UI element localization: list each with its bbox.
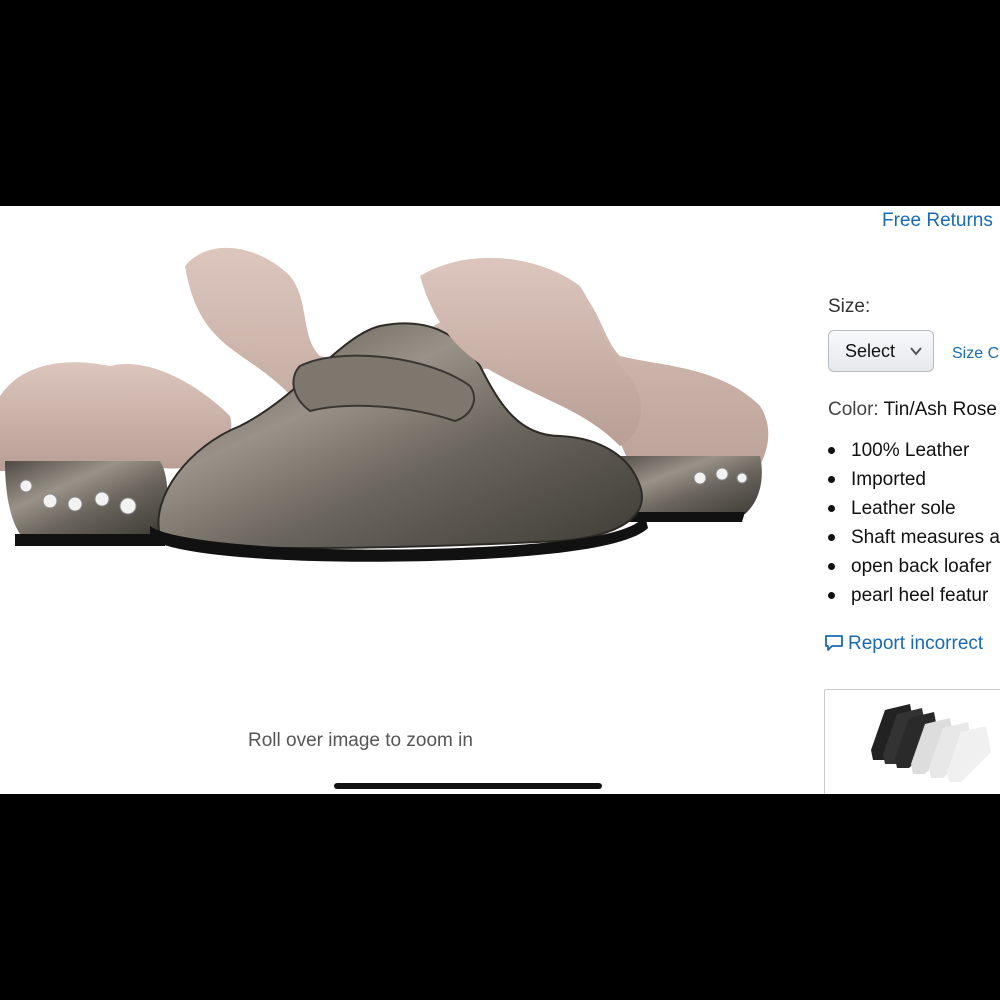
home-indicator[interactable] <box>334 783 602 789</box>
color-label: Color: <box>828 399 879 420</box>
size-chart-link[interactable]: Size C <box>952 345 999 363</box>
chevron-down-icon <box>909 344 923 363</box>
shoe-illustration <box>0 247 769 562</box>
color-row: Color: Tin/Ash Rose <box>828 399 997 421</box>
feature-bullet: 100% Leather <box>828 436 1000 465</box>
socks-thumbnail <box>871 704 991 782</box>
feature-bullet: Imported <box>828 465 1000 494</box>
speech-bubble-icon <box>824 633 848 654</box>
size-label: Size: <box>828 296 871 317</box>
report-incorrect-label: Report incorrect <box>848 633 984 654</box>
free-returns-link[interactable]: Free Returns <box>882 210 993 232</box>
product-image[interactable] <box>0 216 780 756</box>
product-page: Roll over image to zoom in Free Returns … <box>0 206 1000 794</box>
feature-bullet: Shaft measures a <box>828 523 1000 552</box>
size-select-value: Select <box>845 341 896 361</box>
feature-bullet: pearl heel featur <box>828 581 1000 610</box>
zoom-hint: Roll over image to zoom in <box>248 730 473 751</box>
feature-bullets: 100% Leather Imported Leather sole Shaft… <box>828 436 1000 610</box>
feature-bullet: Leather sole <box>828 494 1000 523</box>
heel-band <box>5 461 168 534</box>
feature-bullet: open back loafer <box>828 552 1000 581</box>
color-value: Tin/Ash Rose <box>883 399 997 420</box>
sponsored-product-card[interactable] <box>824 689 1000 794</box>
report-incorrect-link[interactable]: Report incorrect <box>824 633 983 655</box>
heel-sole <box>15 534 165 546</box>
size-select[interactable]: Select <box>828 330 934 372</box>
